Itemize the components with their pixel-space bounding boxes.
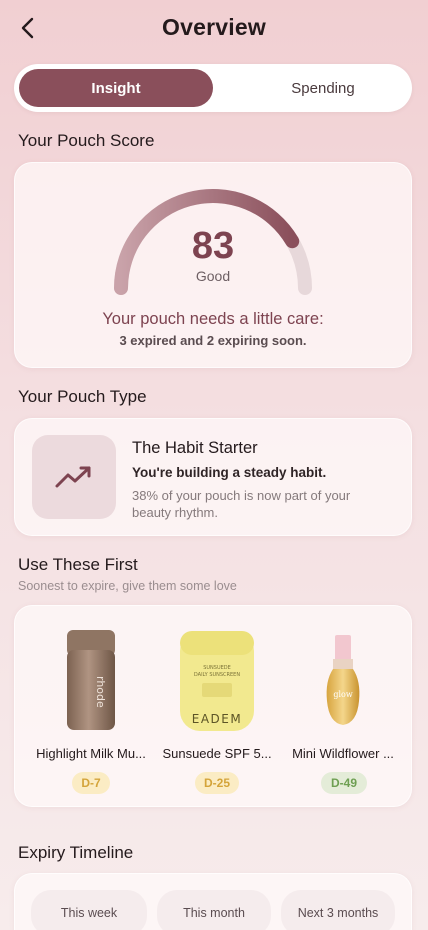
product-card[interactable]: rhode Highlight Milk Mu... D-7 [29, 620, 153, 800]
header: Overview [0, 0, 428, 58]
chevron-left-icon [21, 17, 34, 39]
timeline-tab-this-week[interactable]: This week [31, 890, 147, 930]
segmented-control: Insight Spending [14, 64, 412, 112]
svg-text:DAILY SUNSCREEN: DAILY SUNSCREEN [194, 672, 240, 678]
product-name: Highlight Milk Mu... [36, 746, 146, 761]
score-detail: 3 expired and 2 expiring soon. [119, 333, 307, 348]
pouch-type-note: 38% of your pouch is now part of your be… [132, 488, 351, 520]
product-name: Mini Wildflower ... [292, 746, 394, 761]
pouch-type-card[interactable]: The Habit Starter You're building a stea… [14, 418, 412, 536]
product-image: glow [281, 626, 405, 736]
product-brand-text: glow [333, 690, 352, 699]
expiry-timeline-card: This week This month Next 3 months [14, 873, 412, 930]
product-image: SUNSUEDE DAILY SUNSCREEN EADEM [155, 626, 279, 736]
expiry-badge: D-7 [72, 772, 110, 794]
pouch-type-name: The Habit Starter [132, 439, 258, 457]
trending-up-icon [55, 466, 91, 488]
pouch-type-icon-box [32, 435, 116, 519]
use-first-subtitle: Soonest to expire, give them some love [18, 579, 237, 593]
expiry-badge: D-25 [195, 772, 239, 794]
product-card[interactable]: glow Mini Wildflower ... D-49 [281, 620, 405, 800]
product-card[interactable]: SUNSUEDE DAILY SUNSCREEN EADEM Sunsuede … [155, 620, 279, 800]
expiry-timeline-heading: Expiry Timeline [18, 843, 134, 862]
tab-spending[interactable]: Spending [226, 69, 420, 107]
use-first-card: rhode Highlight Milk Mu... D-7 SUNSUEDE … [14, 605, 412, 807]
product-brand-text: EADEM [192, 712, 242, 726]
product-name: Sunsuede SPF 5... [162, 746, 272, 761]
score-message: Your pouch needs a little care: [102, 310, 324, 328]
svg-text:SUNSUEDE: SUNSUEDE [203, 665, 231, 671]
pouch-type-heading: Your Pouch Type [18, 387, 147, 406]
product-image: rhode [29, 626, 153, 736]
timeline-tab-this-month[interactable]: This month [157, 890, 271, 930]
pouch-score-card: 83 Good Your pouch needs a little care: … [14, 162, 412, 368]
timeline-tab-next-3-months[interactable]: Next 3 months [281, 890, 395, 930]
product-brand-text: rhode [94, 676, 107, 708]
score-rating: Good [195, 268, 231, 284]
back-button[interactable] [14, 14, 42, 42]
pouch-type-description: You're building a steady habit. [132, 465, 327, 480]
expiry-badge: D-49 [321, 772, 367, 794]
page-title: Overview [162, 14, 266, 40]
tab-insight[interactable]: Insight [19, 69, 213, 107]
pouch-score-heading: Your Pouch Score [18, 131, 155, 150]
use-first-heading: Use These First [18, 555, 138, 574]
score-value: 83 [191, 225, 235, 267]
